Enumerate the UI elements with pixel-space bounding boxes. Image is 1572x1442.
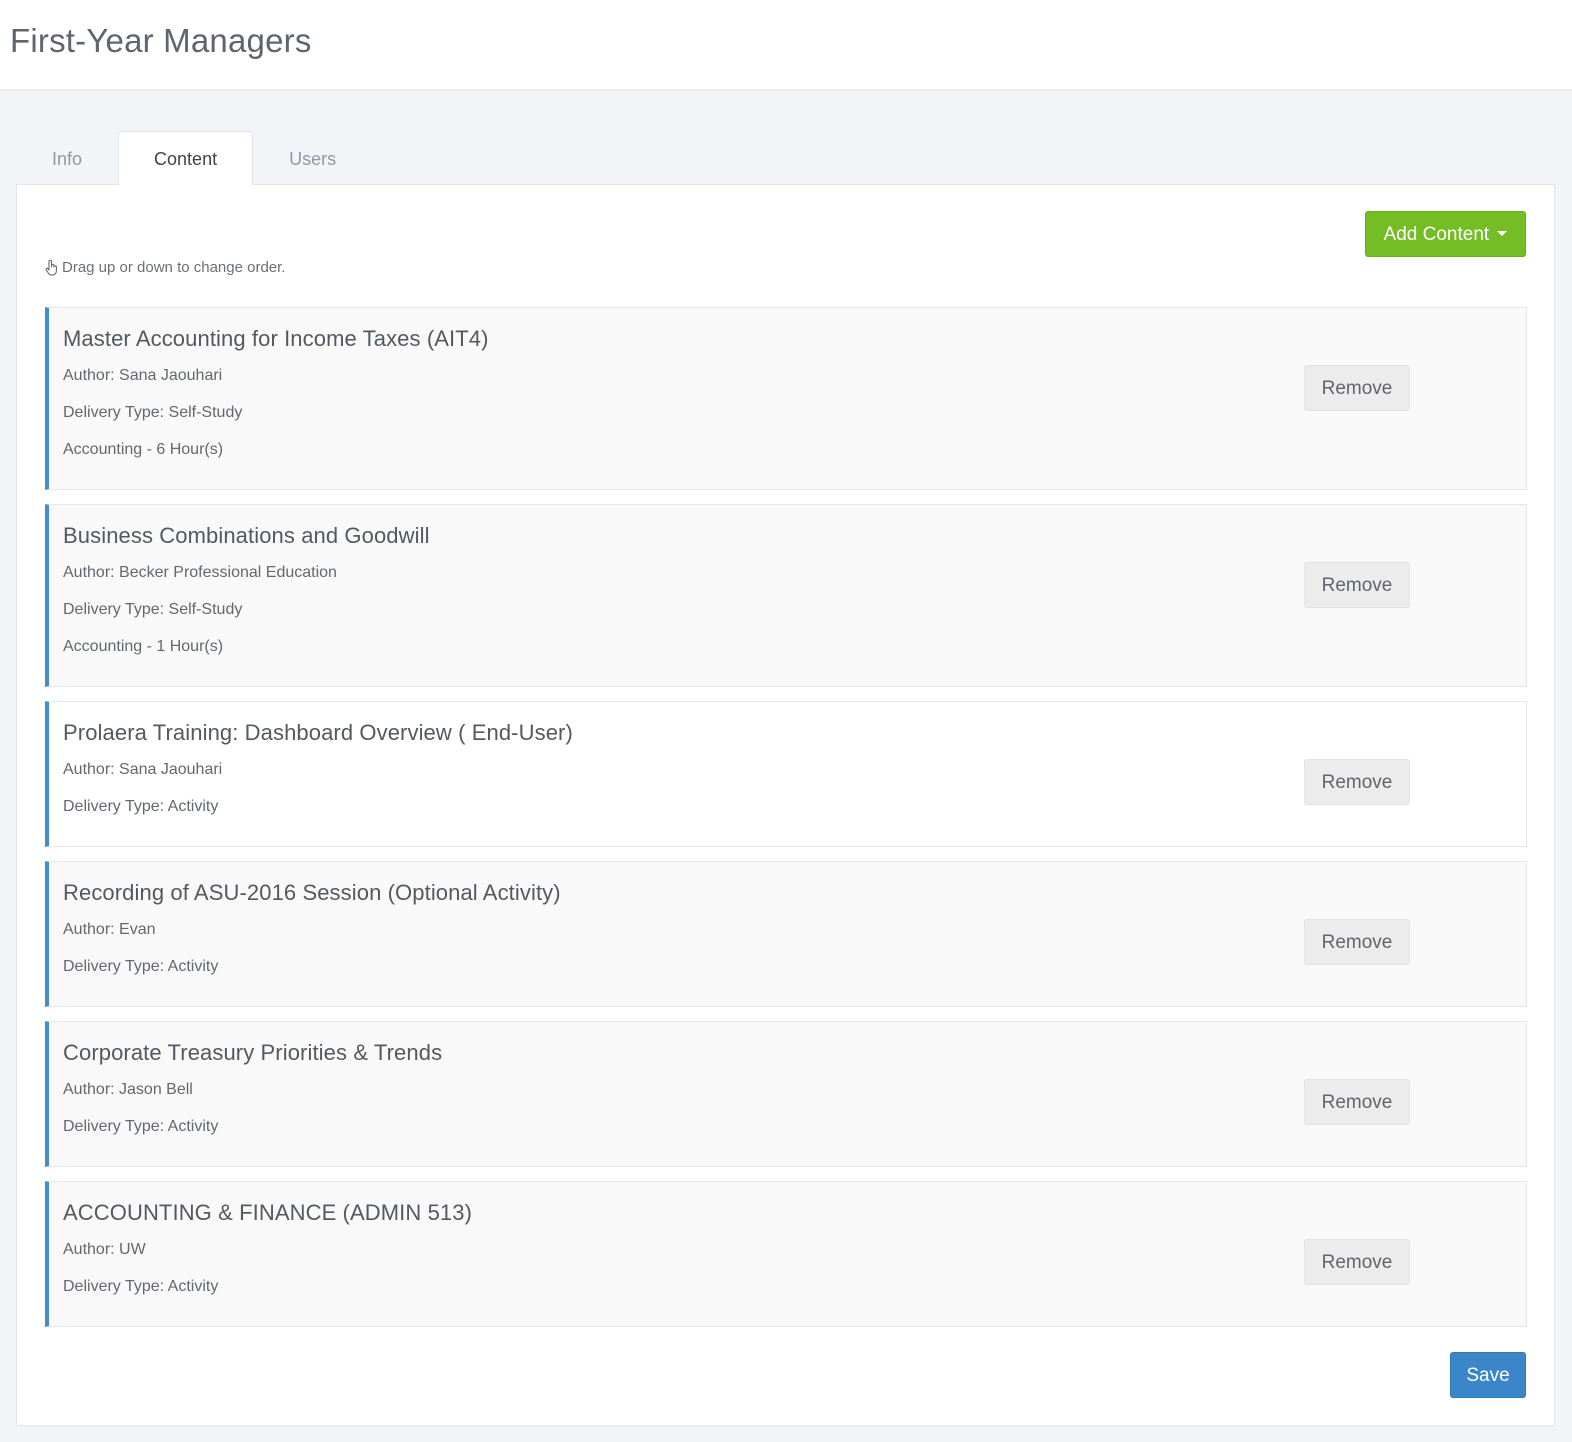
remove-button[interactable]: Remove — [1304, 365, 1410, 411]
page-header: First-Year Managers — [0, 0, 1572, 90]
remove-button[interactable]: Remove — [1304, 1079, 1410, 1125]
content-item-author: Author: Sana Jaouhari — [63, 761, 223, 778]
content-item[interactable]: Corporate Treasury Priorities & Trends A… — [45, 1021, 1527, 1167]
content-item-delivery-type: Delivery Type: Self-Study — [63, 404, 243, 421]
drag-hint: Drag up or down to change order. — [45, 259, 285, 276]
content-item-delivery-type: Delivery Type: Self-Study — [63, 601, 243, 618]
tab-info[interactable]: Info — [16, 131, 118, 184]
content-item[interactable]: Recording of ASU-2016 Session (Optional … — [45, 861, 1527, 1007]
tab-users[interactable]: Users — [253, 131, 372, 184]
content-item[interactable]: Prolaera Training: Dashboard Overview ( … — [45, 701, 1527, 847]
content-item[interactable]: Master Accounting for Income Taxes (AIT4… — [45, 307, 1527, 490]
content-item-title: Prolaera Training: Dashboard Overview ( … — [63, 720, 573, 745]
add-content-button[interactable]: Add Content — [1365, 211, 1526, 257]
remove-button[interactable]: Remove — [1304, 759, 1410, 805]
remove-button[interactable]: Remove — [1304, 1239, 1410, 1285]
content-item[interactable]: ACCOUNTING & FINANCE (ADMIN 513) Author:… — [45, 1181, 1527, 1327]
content-item-delivery-type: Delivery Type: Activity — [63, 1118, 219, 1135]
content-item-title: Corporate Treasury Priorities & Trends — [63, 1040, 443, 1065]
content-item[interactable]: Business Combinations and Goodwill Autho… — [45, 504, 1527, 687]
caret-down-icon — [1497, 231, 1508, 237]
content-item-author: Author: Sana Jaouhari — [63, 367, 223, 384]
content-item-credits: Accounting - 6 Hour(s) — [63, 441, 224, 458]
content-item-author: Author: UW — [63, 1241, 146, 1258]
content-item-title: Master Accounting for Income Taxes (AIT4… — [63, 326, 489, 351]
save-button[interactable]: Save — [1450, 1352, 1526, 1398]
content-item-author: Author: Becker Professional Education — [63, 564, 337, 581]
remove-button[interactable]: Remove — [1304, 562, 1410, 608]
hand-pointer-icon — [45, 259, 57, 276]
content-item-title: Recording of ASU-2016 Session (Optional … — [63, 880, 561, 905]
content-item-delivery-type: Delivery Type: Activity — [63, 1278, 219, 1295]
content-item-author: Author: Jason Bell — [63, 1081, 193, 1098]
content-panel: Add Content Drag up or down to change or… — [16, 184, 1555, 1426]
content-item-delivery-type: Delivery Type: Activity — [63, 798, 219, 815]
content-item-credits: Accounting - 1 Hour(s) — [63, 638, 224, 655]
remove-button[interactable]: Remove — [1304, 919, 1410, 965]
content-item-delivery-type: Delivery Type: Activity — [63, 958, 219, 975]
content-item-title: ACCOUNTING & FINANCE (ADMIN 513) — [63, 1200, 473, 1225]
content-item-author: Author: Evan — [63, 921, 156, 938]
drag-hint-text: Drag up or down to change order. — [62, 259, 286, 276]
tab-content[interactable]: Content — [118, 131, 254, 185]
add-content-label: Add Content — [1383, 224, 1490, 245]
content-item-title: Business Combinations and Goodwill — [63, 523, 430, 548]
page-title: First-Year Managers — [10, 22, 312, 59]
tab-bar: Info Content Users — [16, 131, 372, 185]
